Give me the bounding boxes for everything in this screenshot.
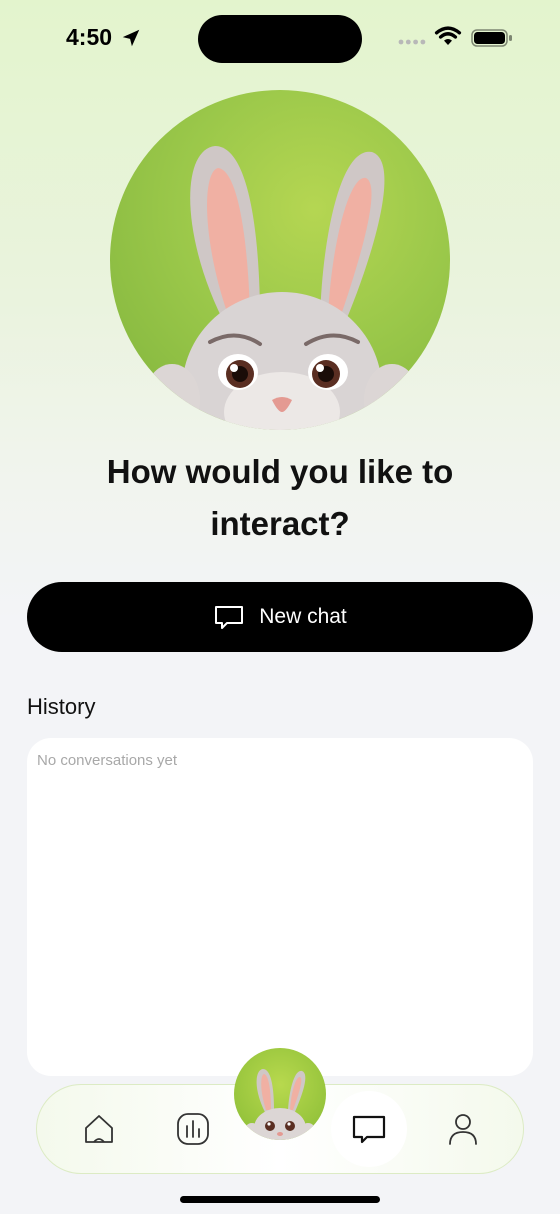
tab-profile[interactable]: [441, 1107, 485, 1151]
tab-assistant-bunny[interactable]: [234, 1048, 326, 1140]
tab-chat[interactable]: [331, 1091, 407, 1167]
wifi-icon: [434, 26, 462, 45]
signal-dots-icon: [398, 39, 426, 45]
location-arrow-icon: [122, 29, 140, 47]
bunny-mascot-avatar: [110, 90, 450, 430]
chat-bubble-icon: [352, 1115, 386, 1144]
history-empty-text: No conversations yet: [37, 752, 178, 769]
person-icon: [449, 1114, 477, 1145]
tab-stats[interactable]: [171, 1107, 215, 1151]
status-bar: 4:50: [0, 0, 560, 80]
new-chat-button[interactable]: New chat: [27, 582, 533, 652]
battery-icon: [471, 29, 512, 47]
chat-bubble-icon: [215, 606, 244, 629]
history-list[interactable]: No conversations yet: [27, 738, 533, 1076]
page-title: How would you like to interact?: [106, 453, 454, 542]
home-indicator: [180, 1196, 380, 1203]
home-icon: [85, 1115, 113, 1143]
bar-chart-icon: [177, 1113, 209, 1145]
new-chat-label: New chat: [259, 605, 347, 628]
dynamic-island: [198, 15, 362, 63]
status-time: 4:50: [66, 24, 113, 50]
bunny-mascot-icon: [244, 1069, 316, 1140]
history-heading: History: [27, 694, 96, 719]
tab-home[interactable]: [77, 1107, 121, 1151]
